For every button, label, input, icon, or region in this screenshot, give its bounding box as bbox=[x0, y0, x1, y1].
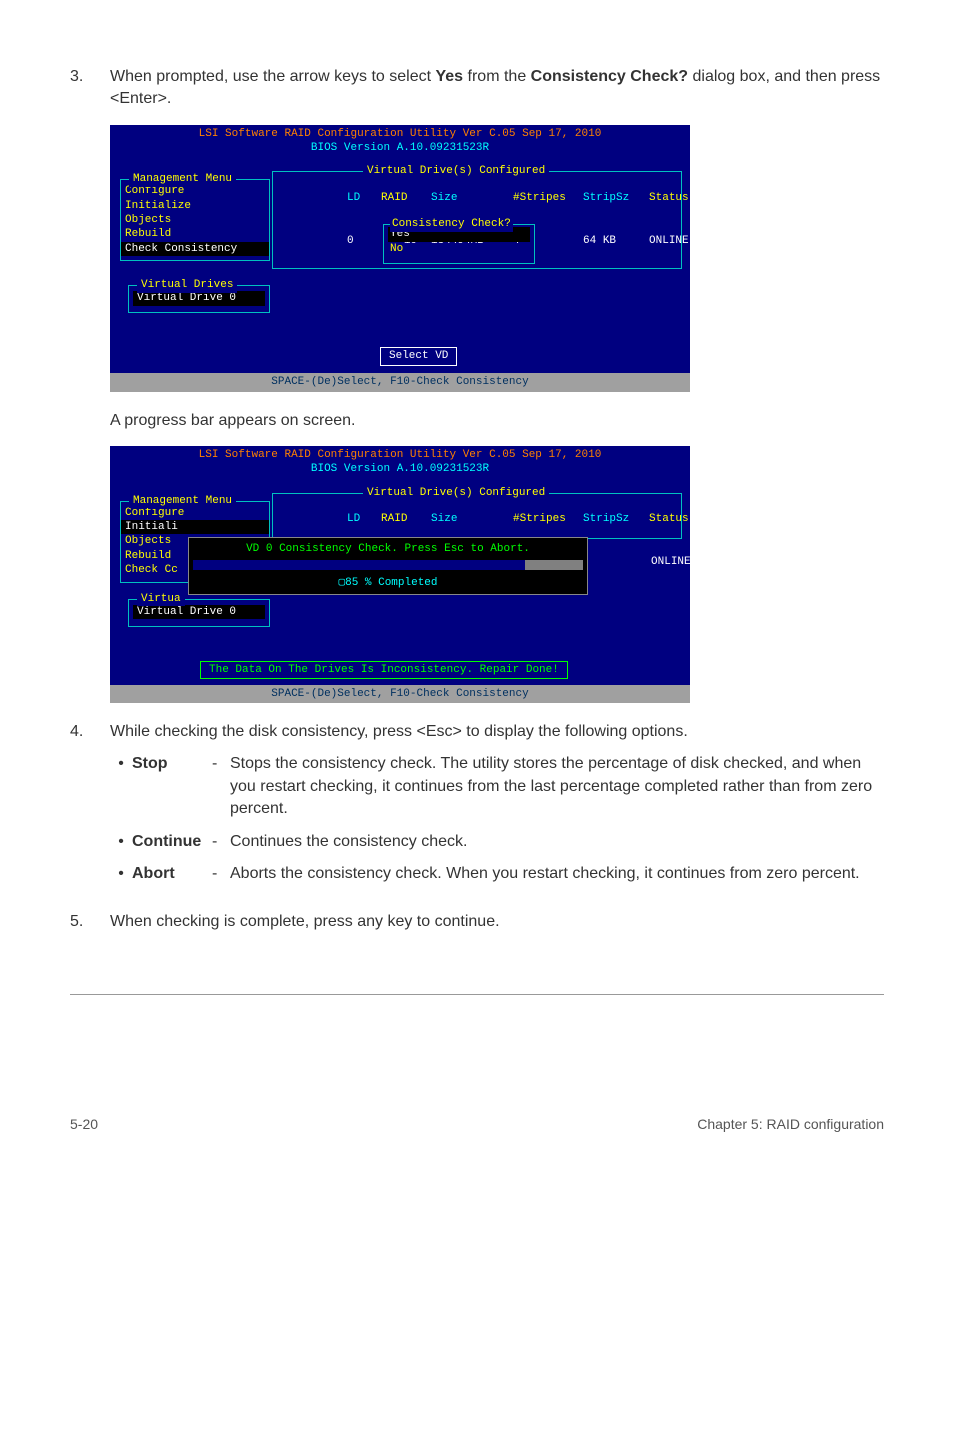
th2-stripsz: StripSz bbox=[583, 512, 649, 526]
step-4: 4. While checking the disk consistency, … bbox=[70, 721, 884, 895]
opt-continue: • Continue - Continues the consistency c… bbox=[110, 831, 884, 853]
bios2-mgmt-title: Management Menu bbox=[129, 494, 236, 508]
step-5: 5. When checking is complete, press any … bbox=[70, 911, 884, 933]
footer-rule bbox=[70, 994, 884, 995]
bios2-vd-configured-group: Virtual Drive(s) Configured LDRAIDSize#S… bbox=[272, 493, 682, 539]
bios1-menu-rebuild[interactable]: Rebuild bbox=[121, 227, 269, 241]
bios1-title1: LSI Software RAID Configuration Utility … bbox=[110, 125, 690, 141]
page-footer: 5-20 Chapter 5: RAID configuration bbox=[70, 1115, 884, 1135]
th-size: Size bbox=[431, 191, 513, 205]
bios2-title1: LSI Software RAID Configuration Utility … bbox=[110, 446, 690, 462]
bios1-vdrives-group: Virtual Drives Virtual Drive 0 bbox=[128, 285, 270, 313]
step3-yes-bold: Yes bbox=[435, 68, 463, 85]
bios1-vd-configured-group: Virtual Drive(s) Configured LDRAIDSize#S… bbox=[272, 171, 682, 269]
bios1-vdrives-item[interactable]: Virtual Drive 0 bbox=[133, 291, 265, 305]
opt-stop-dash: - bbox=[212, 753, 230, 820]
bios2-vdrives-item[interactable]: Virtual Drive 0 bbox=[133, 605, 265, 619]
th2-ld: LD bbox=[347, 512, 381, 526]
opt-stop-name: Stop bbox=[132, 753, 212, 820]
bios2-progress-fill bbox=[193, 560, 525, 570]
th2-status: Status bbox=[649, 512, 689, 526]
th-status: Status bbox=[649, 191, 689, 205]
th-stripes: #Stripes bbox=[513, 191, 583, 205]
bios2-menu-initiali[interactable]: Initiali bbox=[121, 520, 269, 534]
bios1-menu-initialize[interactable]: Initialize bbox=[121, 199, 269, 213]
step3-text-a: When prompted, use the arrow keys to sel… bbox=[110, 68, 435, 85]
step-5-number: 5. bbox=[70, 911, 110, 933]
td2-status: ONLINE bbox=[651, 555, 691, 569]
step3-text-b: from the bbox=[463, 68, 531, 85]
bios1-vdrives-title: Virtual Drives bbox=[137, 278, 237, 292]
bios1-cc-title: Consistency Check? bbox=[390, 217, 513, 231]
bios2-vdrives-title: Virtua bbox=[137, 592, 185, 606]
th-raid: RAID bbox=[381, 191, 431, 205]
bios2-vdrives-group: Virtua Virtual Drive 0 bbox=[128, 599, 270, 627]
step-3-number: 3. bbox=[70, 66, 110, 111]
bios2-title2: BIOS Version A.10.09231523R bbox=[110, 462, 690, 478]
bios1-mgmt-title: Management Menu bbox=[129, 172, 236, 186]
bullet-icon: • bbox=[110, 863, 132, 885]
bios-screenshot-2: LSI Software RAID Configuration Utility … bbox=[110, 446, 690, 703]
opt-continue-dash: - bbox=[212, 831, 230, 853]
opt-continue-desc: Continues the consistency check. bbox=[230, 831, 884, 853]
step-4-number: 4. bbox=[70, 721, 110, 895]
th-stripsz: StripSz bbox=[583, 191, 649, 205]
th-ld: LD bbox=[347, 191, 381, 205]
opt-stop-desc: Stops the consistency check. The utility… bbox=[230, 753, 884, 820]
th2-size: Size bbox=[431, 512, 513, 526]
bios1-menu-objects[interactable]: Objects bbox=[121, 213, 269, 227]
bios2-table-header: LDRAIDSize#StripesStripSzStatus bbox=[281, 498, 673, 541]
bios2-repair-msg: The Data On The Drives Is Inconsistency.… bbox=[200, 661, 568, 679]
th2-stripes: #Stripes bbox=[513, 512, 583, 526]
step4-text: While checking the disk consistency, pre… bbox=[110, 721, 884, 743]
opt-continue-name: Continue bbox=[132, 831, 212, 853]
opt-abort-desc: Aborts the consistency check. When you r… bbox=[230, 863, 884, 885]
step-4-body: While checking the disk consistency, pre… bbox=[110, 721, 884, 895]
td-stripsz: 64 KB bbox=[583, 234, 649, 248]
bios2-progress-dialog: VD 0 Consistency Check. Press Esc to Abo… bbox=[188, 537, 588, 595]
bios2-progress-label: ▢85 % Completed bbox=[189, 574, 587, 594]
bios1-table-header: LDRAIDSize#StripesStripSzStatus bbox=[281, 176, 673, 219]
step-3-body: When prompted, use the arrow keys to sel… bbox=[110, 66, 884, 111]
th2-raid: RAID bbox=[381, 512, 431, 526]
footer-chapter: Chapter 5: RAID configuration bbox=[697, 1115, 884, 1135]
bios1-cc-no[interactable]: No bbox=[388, 242, 530, 256]
bios1-vd-title: Virtual Drive(s) Configured bbox=[363, 164, 549, 178]
bios1-mgmt-group: Management Menu Configure Initialize Obj… bbox=[120, 179, 270, 261]
footer-page-num: 5-20 bbox=[70, 1115, 98, 1135]
td-ld: 0 bbox=[347, 234, 381, 248]
bios2-abort-msg: VD 0 Consistency Check. Press Esc to Abo… bbox=[189, 538, 587, 556]
bullet-icon: • bbox=[110, 831, 132, 853]
bios-screenshot-1: LSI Software RAID Configuration Utility … bbox=[110, 125, 690, 392]
opt-stop: • Stop - Stops the consistency check. Th… bbox=[110, 753, 884, 820]
opt-abort-dash: - bbox=[212, 863, 230, 885]
bios1-cc-dialog[interactable]: Consistency Check? Yes No bbox=[383, 224, 535, 264]
bios1-footer: SPACE-(De)Select, F10-Check Consistency bbox=[110, 373, 690, 391]
step-5-text: When checking is complete, press any key… bbox=[110, 911, 884, 933]
bios2-vd-title: Virtual Drive(s) Configured bbox=[363, 486, 549, 500]
bios1-select-vd[interactable]: Select VD bbox=[380, 347, 457, 365]
bios2-footer: SPACE-(De)Select, F10-Check Consistency bbox=[110, 685, 690, 703]
step3-cc-bold: Consistency Check? bbox=[531, 68, 688, 85]
opt-abort: • Abort - Aborts the consistency check. … bbox=[110, 863, 884, 885]
bios2-progress-track bbox=[193, 560, 583, 570]
bios1-menu-checkcc[interactable]: Check Consistency bbox=[121, 242, 269, 256]
step-3: 3. When prompted, use the arrow keys to … bbox=[70, 66, 884, 111]
bullet-icon: • bbox=[110, 753, 132, 820]
opt-abort-name: Abort bbox=[132, 863, 212, 885]
progress-bar-caption: A progress bar appears on screen. bbox=[110, 410, 884, 432]
td-status: ONLINE bbox=[649, 234, 689, 248]
bios1-title2: BIOS Version A.10.09231523R bbox=[110, 141, 690, 157]
